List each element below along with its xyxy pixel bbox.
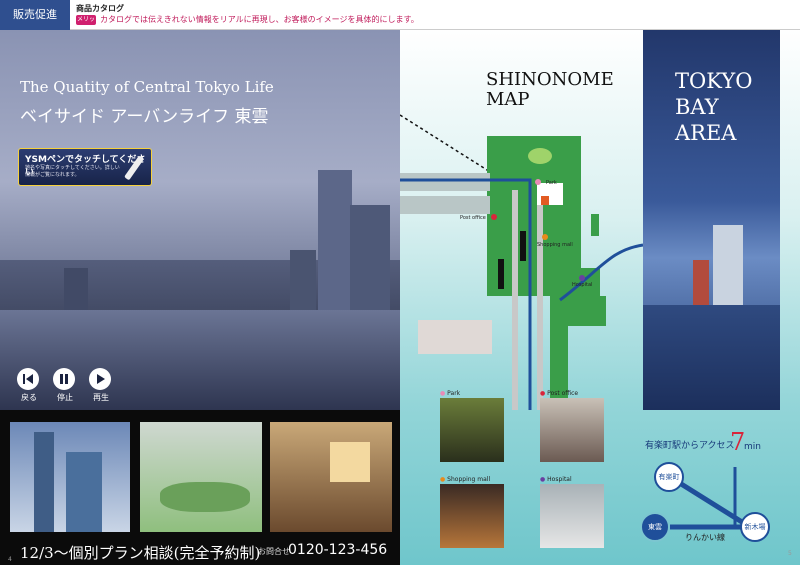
play-button[interactable]: [89, 368, 111, 390]
pause-button[interactable]: [53, 368, 75, 390]
merit-note: カタログでは伝えきれない情報をリアルに再現し、お客様のイメージを具体的にします。: [100, 15, 419, 24]
photo-label-post: ● Post office: [540, 390, 579, 397]
consultation-banner: 12/3～個別プラン相談(完全予約制): [20, 544, 261, 562]
headline-jp: ベイサイド アーバンライフ 東雲: [20, 107, 269, 127]
station-shinkiba[interactable]: 新木場: [740, 512, 770, 542]
bridge-photo[interactable]: [10, 422, 130, 532]
left-page: The Quatity of Central Tokyo Life ベイサイド …: [0, 30, 400, 565]
play-label: 再生: [93, 393, 109, 402]
pause-label: 停止: [57, 393, 73, 402]
rewind-icon: [23, 374, 33, 384]
rewind-button[interactable]: [17, 368, 39, 390]
map-label-post[interactable]: Post office: [460, 215, 486, 221]
map-label-hospital[interactable]: Hospital: [572, 282, 592, 288]
map-label-park[interactable]: Park: [546, 180, 557, 186]
headline-en: The Quatity of Central Tokyo Life: [20, 78, 274, 96]
photo-strip: 12/3～個別プラン相談(完全予約制) お問合せ 0120-123-456 4: [0, 410, 400, 565]
access-minutes: 7: [730, 428, 746, 456]
header-bar: 販売促進 商品カタログ メリット カタログでは伝えきれない情報をリアルに再現し、…: [0, 0, 800, 33]
park-photo[interactable]: [440, 398, 504, 462]
inquiry-label: お問合せ: [258, 547, 290, 556]
map-label-mall[interactable]: Shopping mall: [537, 242, 573, 248]
ysm-pen-panel[interactable]: YSMペンでタッチしてください 地名や写真にタッチしてください。詳しい情報がご覧…: [18, 148, 152, 186]
station-yurakucho[interactable]: 有楽町: [654, 462, 684, 492]
garden-photo[interactable]: [140, 422, 262, 532]
photo-label-hospital: ● Hospital: [540, 476, 572, 483]
page-title: 商品カタログ: [76, 4, 124, 13]
merit-badge: メリット: [76, 15, 96, 33]
inquiry-number[interactable]: 0120-123-456: [288, 542, 387, 558]
right-page: SHINONOME MAP Park Post office Shopping …: [400, 30, 800, 565]
play-icon: [97, 374, 105, 384]
hospital-photo[interactable]: [540, 484, 604, 548]
post-office-photo[interactable]: [540, 398, 604, 462]
page-number-right: 5: [788, 550, 792, 557]
access-text: 有楽町駅からアクセス: [645, 441, 735, 451]
interior-photo[interactable]: [270, 422, 392, 532]
category-tab[interactable]: 販売促進: [0, 0, 70, 30]
photo-label-park: ● Park: [440, 390, 461, 397]
bay-title: TOKYO BAY AREA: [675, 69, 753, 145]
photo-label-mall: ● Shopping mall: [440, 476, 491, 483]
page-number-left: 4: [8, 556, 12, 563]
rewind-label: 戻る: [21, 393, 37, 402]
tokyo-bay-photo[interactable]: TOKYO BAY AREA: [643, 30, 780, 410]
access-unit: min: [744, 442, 761, 452]
shopping-mall-photo[interactable]: [440, 484, 504, 548]
pause-icon: [60, 374, 68, 384]
ysm-desc: 地名や写真にタッチしてください。詳しい情報がご覧になれます。: [25, 165, 120, 178]
line-name: りんかい線: [685, 533, 725, 542]
station-shinonome[interactable]: 東雲: [640, 512, 670, 542]
